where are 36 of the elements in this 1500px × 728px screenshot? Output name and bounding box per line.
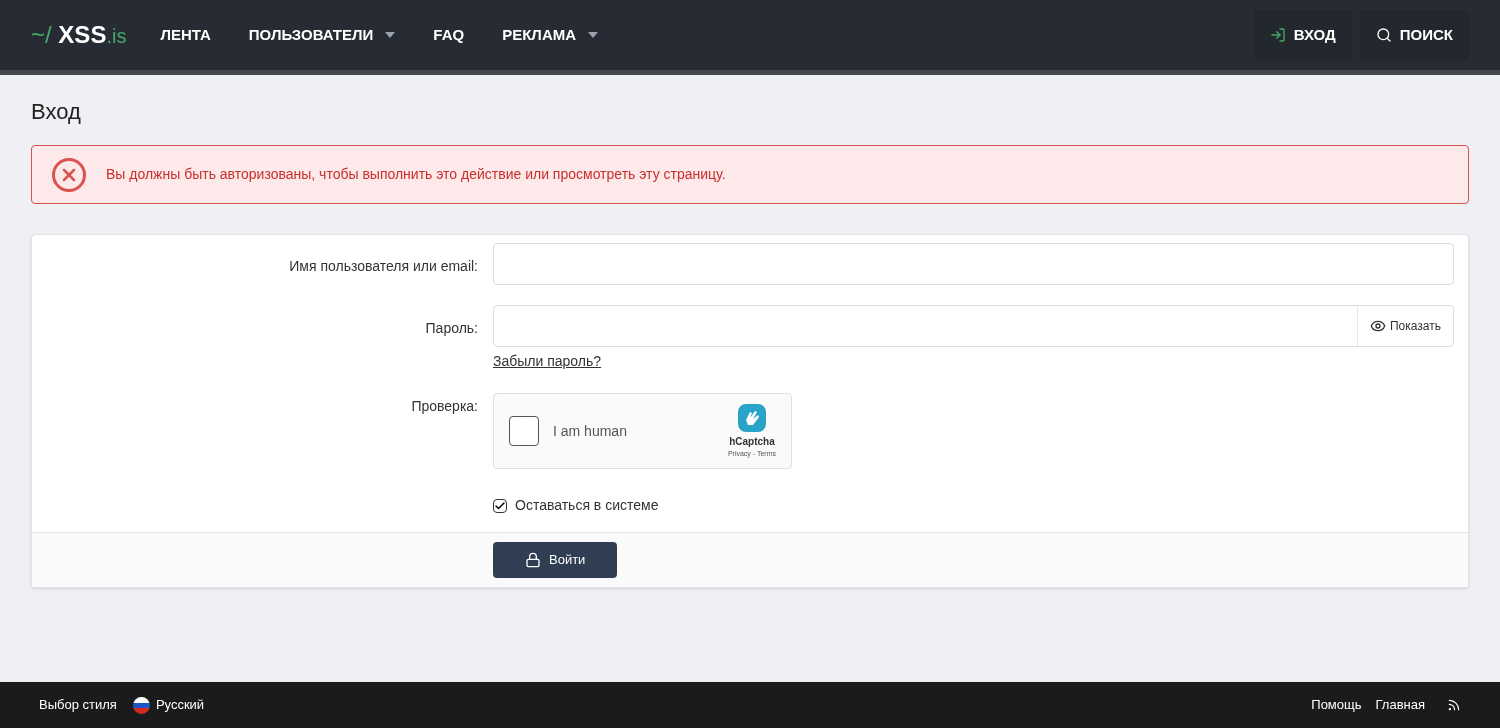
field-label: Имя пользователя или email: [288,257,478,276]
nav-link[interactable]: ПОЛЬЗОВАТЕЛИ [248,23,396,47]
hand-logo-icon [735,402,768,435]
captcha-text: I am human [553,421,627,441]
password-field[interactable]: Показать [493,305,1454,347]
language-link[interactable]: Русский [132,695,205,715]
field-label: Пароль: [424,319,478,338]
style-chooser-link[interactable]: Выбор стиля [39,695,117,715]
error-icon [52,157,86,192]
footer-link[interactable]: Главная [1375,695,1425,715]
nav-link[interactable]: РЕКЛАМА [502,23,599,47]
page-title: Вход [31,98,82,126]
remember-checkbox[interactable] [493,498,507,513]
site-logo[interactable]: ~/ XSS.is [31,17,127,53]
rss-icon[interactable] [1447,698,1461,712]
username-field[interactable] [493,243,1454,285]
login-button[interactable]: ВХОД [1253,10,1352,60]
eye-icon [1370,318,1386,334]
remember-label[interactable]: Оставаться в системе [515,495,659,516]
nav-link[interactable]: FAQ [433,23,465,47]
search-button[interactable]: ПОИСК [1359,10,1469,60]
captcha-brand: hCaptcha [729,435,775,450]
caret-icon [588,32,599,38]
captcha-checkbox[interactable] [509,416,539,446]
nav-link[interactable]: ЛЕНТА [160,23,211,47]
show-password-button[interactable]: Показать [1357,306,1453,346]
error-text: Вы должны быть авторизованы, чтобы выполнить это действие или просмотреть эту страницу. [106,165,726,184]
login-submit-button[interactable]: Войти [493,542,618,578]
forgot-password-link[interactable]: Забыли пароль? [493,351,602,372]
caret-icon [385,32,396,38]
search-icon [1375,27,1392,43]
footer-link[interactable]: Помощь [1311,695,1362,715]
login-icon [1269,27,1286,43]
field-label: Проверка: [410,397,478,416]
flag-icon [132,696,150,714]
lock-icon [525,552,541,568]
